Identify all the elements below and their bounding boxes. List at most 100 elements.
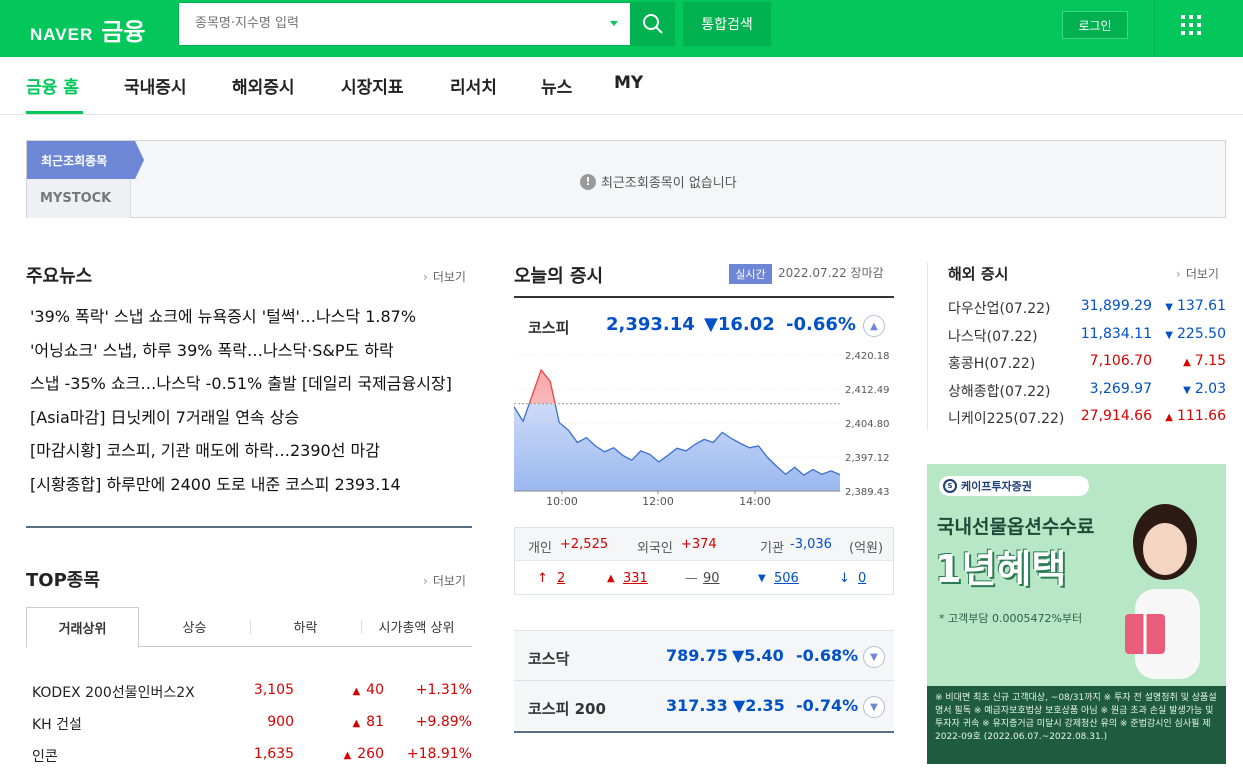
stock-change-value: 81 bbox=[366, 714, 384, 730]
search-button[interactable] bbox=[631, 2, 675, 46]
today-market-title: 오늘의 증시 bbox=[514, 266, 604, 287]
foreign-label: 외국인 bbox=[637, 541, 673, 556]
flat-dash-icon: — bbox=[685, 571, 698, 586]
top-bar: NAVER 금융 통합검색 로그인 bbox=[0, 0, 1243, 57]
world-index-name[interactable]: 다우산업(07.22) bbox=[948, 298, 1051, 318]
world-more-link[interactable]: 더보기 bbox=[1176, 265, 1219, 282]
main-news-more-link[interactable]: 더보기 bbox=[423, 268, 466, 285]
kospi200-name[interactable]: 코스피 200 bbox=[528, 698, 606, 719]
login-button[interactable]: 로그인 bbox=[1062, 11, 1128, 39]
search-input[interactable] bbox=[179, 3, 579, 43]
finance-logo[interactable]: 금융 bbox=[101, 12, 145, 47]
kospi-pct: -0.66% bbox=[786, 314, 856, 335]
kosdaq-summary[interactable]: 코스닥 789.75 ▼5.40 -0.68% ▼ bbox=[514, 630, 894, 680]
down-triangle-icon: ▼ bbox=[1165, 302, 1173, 313]
expand-chevron-down-icon[interactable]: ▼ bbox=[863, 646, 885, 668]
news-item[interactable]: [시황종합] 하루만에 2400 도로 내준 코스피 2393.14 bbox=[30, 468, 470, 502]
kospi-name[interactable]: 코스피 bbox=[528, 317, 569, 338]
nav-overseas[interactable]: 해외증시 bbox=[232, 73, 295, 98]
stock-name[interactable]: 인콘 bbox=[32, 746, 58, 766]
world-index-name[interactable]: 니케이225(07.22) bbox=[948, 408, 1064, 428]
kospi200-summary[interactable]: 코스피 200 317.33 ▼2.35 -0.74% ▼ bbox=[514, 680, 894, 730]
world-market-row[interactable]: 니케이225(07.22) 27,914.66 ▲ 111.66 bbox=[948, 402, 1226, 430]
world-market-row[interactable]: 나스닥(07.22) 11,834.11 ▼ 225.50 bbox=[948, 320, 1226, 348]
ad-model-image bbox=[1125, 504, 1200, 679]
flat-count[interactable]: 90 bbox=[703, 571, 720, 586]
top-stocks-title: TOP종목 bbox=[26, 570, 100, 591]
tab-market-cap[interactable]: 시가총액 상위 bbox=[361, 607, 472, 646]
ad-brand: S 케이프투자증권 bbox=[939, 476, 1089, 496]
unit-label: (억원) bbox=[849, 541, 884, 556]
nav-my[interactable]: MY bbox=[614, 73, 643, 93]
ad-brand-text: 케이프투자증권 bbox=[961, 480, 1032, 493]
nav-market-indicators[interactable]: 시장지표 bbox=[341, 73, 404, 98]
world-index-change-value: 7.15 bbox=[1194, 353, 1226, 369]
search-icon bbox=[643, 14, 663, 34]
rising-count[interactable]: 331 bbox=[623, 571, 648, 586]
tab-recent-arrow bbox=[135, 141, 144, 179]
top-stocks-more-link[interactable]: 더보기 bbox=[423, 572, 466, 589]
world-index-change: ▲ 111.66 bbox=[1165, 408, 1226, 424]
total-search-button[interactable]: 통합검색 bbox=[683, 2, 771, 46]
upper-limit-count[interactable]: 2 bbox=[557, 571, 565, 586]
world-index-name[interactable]: 홍콩H(07.22) bbox=[948, 353, 1035, 373]
nav-finance-home[interactable]: 금융 홈 bbox=[26, 73, 79, 98]
stock-change-value: 260 bbox=[357, 746, 384, 762]
tab-mystock[interactable]: MYSTOCK bbox=[27, 179, 131, 218]
advertisement-banner[interactable]: S 케이프투자증권 국내선물옵션수수료 1년혜택 * 고객부담 0.000547… bbox=[927, 464, 1226, 764]
info-icon: ! bbox=[580, 173, 596, 190]
kospi-summary[interactable]: 코스피 2,393.14 ▼16.02 -0.66% ▲ bbox=[514, 300, 894, 350]
news-item[interactable]: '어닝쇼크' 스냅, 하루 39% 폭락…나스닥·S&P도 하락 bbox=[30, 334, 470, 368]
up-triangle-icon: ▲ bbox=[343, 750, 352, 761]
tab-recent-viewed[interactable]: 최근조회종목 bbox=[27, 141, 135, 179]
expand-chevron-down-icon[interactable]: ▼ bbox=[863, 696, 885, 718]
kospi-change: ▼16.02 bbox=[704, 314, 775, 335]
news-item[interactable]: [마감시황] 코스피, 기관 매도에 하락…2390선 마감 bbox=[30, 434, 470, 468]
table-row[interactable]: KODEX 200선물인버스2X 3,105 ▲ 40 +1.31% bbox=[30, 674, 472, 707]
collapse-chevron-up-icon[interactable]: ▲ bbox=[863, 315, 885, 337]
falling-count[interactable]: 506 bbox=[774, 571, 799, 586]
kosdaq-name[interactable]: 코스닥 bbox=[528, 648, 569, 669]
world-index-value: 27,914.66 bbox=[1080, 408, 1152, 424]
ad-fee-text: * 고객부담 0.0005472%부터 bbox=[939, 612, 1083, 625]
naver-finance-logo[interactable]: NAVER 금융 bbox=[30, 12, 145, 47]
today-divider bbox=[514, 296, 894, 298]
world-market-row[interactable]: 홍콩H(07.22) 7,106.70 ▲ 7.15 bbox=[948, 347, 1226, 375]
market-status: 장마감 bbox=[850, 266, 884, 280]
up-triangle-icon: ▲ bbox=[1183, 357, 1191, 368]
main-news-title: 주요뉴스 bbox=[26, 266, 93, 287]
institution-label: 기관 bbox=[760, 541, 784, 556]
stock-name[interactable]: KODEX 200선물인버스2X bbox=[32, 682, 212, 702]
kospi200-change: ▼2.35 bbox=[733, 696, 785, 715]
individual-label: 개인 bbox=[528, 541, 552, 556]
nav-research[interactable]: 리서치 bbox=[450, 73, 497, 98]
up-triangle-icon: ▲ bbox=[1165, 412, 1173, 423]
service-menu-grid-icon[interactable] bbox=[1181, 15, 1201, 35]
table-row[interactable]: 인콘 1,635 ▲ 260 +18.91% bbox=[30, 738, 472, 771]
news-item[interactable]: 스냅 -35% 쇼크…나스닥 -0.51% 출발 [데일리 국제금융시장] bbox=[30, 367, 470, 401]
down-triangle-icon: ▼ bbox=[758, 573, 766, 584]
up-triangle-icon: ▲ bbox=[607, 573, 615, 584]
news-item[interactable]: [Asia마감] 日닛케이 7거래일 연속 상승 bbox=[30, 401, 470, 435]
stock-name[interactable]: KH 건설 bbox=[32, 714, 82, 734]
table-row[interactable]: KH 건설 900 ▲ 81 +9.89% bbox=[30, 706, 472, 739]
world-index-name[interactable]: 나스닥(07.22) bbox=[948, 326, 1038, 346]
news-item[interactable]: '39% 폭락' 스냅 쇼크에 뉴욕증시 '털썩'…나스닥 1.87% bbox=[30, 300, 470, 334]
lower-limit-icon: ↓ bbox=[839, 571, 850, 586]
world-index-change: ▼ 137.61 bbox=[1165, 298, 1226, 314]
world-index-name[interactable]: 상해종합(07.22) bbox=[948, 381, 1051, 401]
kosdaq-change: ▼5.40 bbox=[732, 646, 784, 665]
x-tick-label: 10:00 bbox=[546, 495, 578, 506]
search-dropdown-caret-icon[interactable] bbox=[610, 21, 618, 26]
investor-trading-box: 개인 +2,525 외국인 +374 기관 -3,036 (억원) ↑ 2 ▲ … bbox=[514, 527, 894, 595]
lower-limit-count[interactable]: 0 bbox=[858, 571, 866, 586]
world-market-row[interactable]: 상해종합(07.22) 3,269.97 ▼ 2.03 bbox=[948, 375, 1226, 403]
tab-rising[interactable]: 상승 bbox=[139, 607, 250, 646]
world-market-row[interactable]: 다우산업(07.22) 31,899.29 ▼ 137.61 bbox=[948, 292, 1226, 320]
naver-logo[interactable]: NAVER bbox=[30, 25, 93, 45]
tab-falling[interactable]: 하락 bbox=[250, 607, 361, 646]
world-market-title: 해외 증시 bbox=[948, 265, 1009, 283]
tab-trading-volume[interactable]: 거래상위 bbox=[26, 607, 139, 648]
nav-domestic[interactable]: 국내증시 bbox=[124, 73, 187, 98]
nav-news[interactable]: 뉴스 bbox=[541, 73, 572, 98]
